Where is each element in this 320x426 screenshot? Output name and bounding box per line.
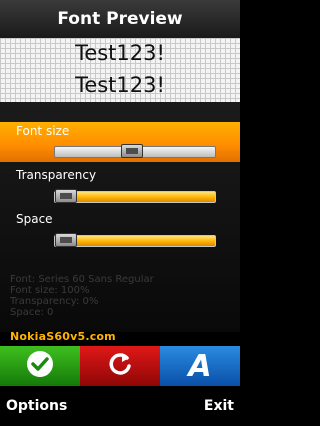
space-slider-thumb[interactable] (55, 233, 77, 247)
info-transparency: Transparency: 0% (10, 296, 99, 307)
info-font: Font: Series 60 Sans Regular (10, 274, 154, 285)
accept-button[interactable] (0, 346, 80, 386)
space-row[interactable]: Space (0, 210, 240, 250)
font-size-slider[interactable] (54, 144, 216, 158)
font-a-icon: A (188, 348, 212, 384)
font-button[interactable]: A (160, 346, 240, 386)
reset-button[interactable] (80, 346, 160, 386)
checkmark-icon (25, 349, 55, 383)
preview-text-line-2: Test123! (75, 73, 165, 97)
font-size-label: Font size (16, 124, 70, 138)
watermark-text: NokiaS60v5.com (10, 330, 116, 343)
info-font-size: Font size: 100% (10, 285, 90, 296)
action-button-bar: A (0, 346, 240, 386)
font-size-row[interactable]: Font size (0, 122, 240, 162)
page-title: Font Preview (57, 9, 183, 29)
space-label: Space (16, 212, 53, 226)
info-space: Space: 0 (10, 307, 54, 318)
space-slider[interactable] (54, 233, 216, 247)
transparency-slider[interactable] (54, 189, 216, 203)
transparency-slider-thumb[interactable] (55, 189, 77, 203)
transparency-label: Transparency (16, 168, 97, 182)
transparency-row[interactable]: Transparency (0, 166, 240, 206)
options-softkey[interactable]: Options (6, 398, 67, 414)
refresh-icon (105, 349, 135, 383)
font-info-block: Font: Series 60 Sans Regular Font size: … (10, 274, 154, 318)
softkey-bar: Options Exit (0, 386, 240, 426)
font-preview-area: Test123! Test123! (0, 38, 240, 102)
title-bar: Font Preview (0, 0, 240, 38)
font-size-slider-thumb[interactable] (121, 144, 143, 158)
exit-softkey[interactable]: Exit (204, 398, 234, 414)
preview-text-line-1: Test123! (75, 41, 165, 65)
